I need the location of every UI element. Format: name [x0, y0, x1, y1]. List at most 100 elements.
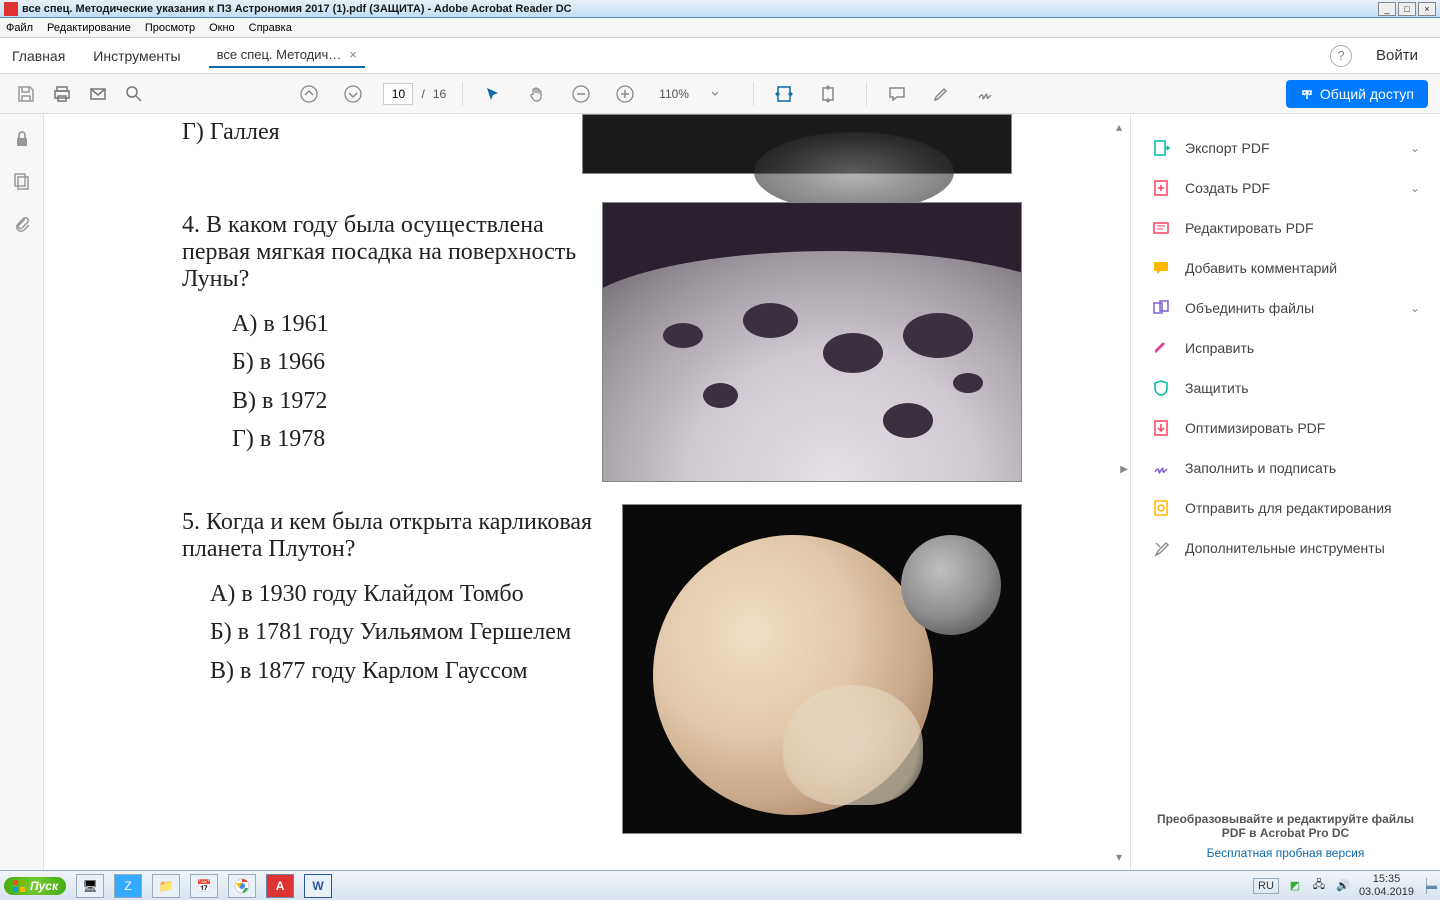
- window-controls: _ □ ×: [1378, 2, 1436, 16]
- share-label: Общий доступ: [1320, 86, 1414, 102]
- rp-redact[interactable]: Исправить: [1131, 328, 1440, 368]
- task-icon-2[interactable]: Z: [114, 874, 142, 898]
- help-icon[interactable]: ?: [1330, 45, 1352, 67]
- rp-fill-sign[interactable]: Заполнить и подписать: [1131, 448, 1440, 488]
- rp-label: Дополнительные инструменты: [1185, 540, 1420, 556]
- maximize-button[interactable]: □: [1398, 2, 1416, 16]
- clock[interactable]: 15:35 03.04.2019: [1359, 873, 1418, 897]
- toolbar: / 16 110% Общий доступ: [0, 74, 1440, 114]
- left-sidebar: [0, 114, 44, 870]
- q4-text: 4. В каком году была осуществлена первая…: [182, 212, 602, 293]
- attachment-icon[interactable]: [13, 214, 31, 232]
- task-icon-1[interactable]: 🖥: [76, 874, 104, 898]
- menu-window[interactable]: Окно: [209, 22, 235, 34]
- rp-edit-pdf[interactable]: Редактировать PDF: [1131, 208, 1440, 248]
- page-number-input[interactable]: [383, 83, 413, 105]
- rp-export-pdf[interactable]: Экспорт PDF⌄: [1131, 128, 1440, 168]
- search-icon[interactable]: [120, 80, 148, 108]
- rp-label: Отправить для редактирования: [1185, 500, 1420, 516]
- menu-view[interactable]: Просмотр: [145, 22, 195, 34]
- minimize-button[interactable]: _: [1378, 2, 1396, 16]
- right-collapse-icon[interactable]: ▶: [1120, 464, 1128, 475]
- tab-document[interactable]: все спец. Методич… ×: [209, 43, 365, 68]
- q4-opt-a: А) в 1961: [232, 305, 602, 343]
- select-tool-icon[interactable]: [479, 80, 507, 108]
- sign-icon[interactable]: [971, 80, 999, 108]
- q5-text: 5. Когда и кем была открыта карлико­вая …: [182, 509, 612, 563]
- task-icon-word[interactable]: W: [304, 874, 332, 898]
- task-icon-chrome[interactable]: [228, 874, 256, 898]
- document-view[interactable]: ▴ ▾ Г) Галлея 4. В каком году была осуще…: [44, 114, 1130, 870]
- tray-icon-1[interactable]: ◩: [1287, 878, 1303, 894]
- rp-label: Оптимизировать PDF: [1185, 420, 1420, 436]
- rp-send-for-review[interactable]: Отправить для редактирования: [1131, 488, 1440, 528]
- task-icon-3[interactable]: 📁: [152, 874, 180, 898]
- comment-icon[interactable]: [883, 80, 911, 108]
- fit-page-icon[interactable]: [814, 80, 842, 108]
- question-4: 4. В каком году была осуществлена первая…: [182, 212, 602, 459]
- rp-create-pdf[interactable]: Создать PDF⌄: [1131, 168, 1440, 208]
- toolbar-separator: [866, 82, 867, 106]
- share-icon: [1300, 87, 1314, 101]
- print-icon[interactable]: [48, 80, 76, 108]
- promo-link[interactable]: Бесплатная пробная версия: [1147, 846, 1424, 860]
- menu-edit[interactable]: Редактирование: [47, 22, 131, 34]
- toolbar-separator: [462, 82, 463, 106]
- language-indicator[interactable]: RU: [1253, 878, 1279, 894]
- hand-tool-icon[interactable]: [523, 80, 551, 108]
- rp-label: Объединить файлы: [1185, 300, 1410, 316]
- thumbnails-icon[interactable]: [13, 172, 31, 190]
- close-button[interactable]: ×: [1418, 2, 1436, 16]
- zoom-in-icon[interactable]: [611, 80, 639, 108]
- clock-date: 03.04.2019: [1359, 886, 1414, 898]
- tray-network-icon[interactable]: 🖧: [1311, 878, 1327, 894]
- rp-protect[interactable]: Защитить: [1131, 368, 1440, 408]
- task-icon-4[interactable]: 📅: [190, 874, 218, 898]
- tray-volume-icon[interactable]: 🔊: [1335, 878, 1351, 894]
- share-button[interactable]: Общий доступ: [1286, 80, 1428, 108]
- save-icon[interactable]: [12, 80, 40, 108]
- rp-label: Добавить комментарий: [1185, 260, 1420, 276]
- partial-text: Г) Галлея: [182, 119, 280, 146]
- q4-opt-d: Г) в 1978: [232, 420, 602, 458]
- rp-label: Создать PDF: [1185, 180, 1410, 196]
- rp-label: Редактировать PDF: [1185, 220, 1420, 236]
- toolbar-separator: [753, 82, 754, 106]
- rp-add-comment[interactable]: Добавить комментарий: [1131, 248, 1440, 288]
- lock-icon[interactable]: [13, 130, 31, 148]
- q5-opt-b: Б) в 1781 году Уильямом Гершелем: [210, 613, 612, 651]
- rp-label: Защитить: [1185, 380, 1420, 396]
- fit-width-icon[interactable]: [770, 80, 798, 108]
- zoom-dropdown-icon[interactable]: [701, 80, 729, 108]
- highlight-icon[interactable]: [927, 80, 955, 108]
- rp-more-tools[interactable]: Дополнительные инструменты: [1131, 528, 1440, 568]
- scroll-down-icon[interactable]: ▾: [1116, 850, 1122, 864]
- system-tray: RU ◩ 🖧 🔊 15:35 03.04.2019 ▬: [1253, 873, 1436, 897]
- task-icon-acrobat[interactable]: A: [266, 874, 294, 898]
- image-pluto: [622, 504, 1022, 834]
- login-button[interactable]: Войти: [1376, 47, 1418, 64]
- rp-optimize-pdf[interactable]: Оптимизировать PDF: [1131, 408, 1440, 448]
- start-button[interactable]: Пуск: [4, 877, 66, 895]
- rp-combine-files[interactable]: Объединить файлы⌄: [1131, 288, 1440, 328]
- page-down-icon[interactable]: [339, 80, 367, 108]
- tab-close-icon[interactable]: ×: [349, 47, 357, 62]
- zoom-out-icon[interactable]: [567, 80, 595, 108]
- page-separator: /: [421, 87, 424, 101]
- menu-help[interactable]: Справка: [249, 22, 292, 34]
- promo-text: Преобразовывайте и редактируйте файлы PD…: [1147, 812, 1424, 840]
- scroll-up-icon[interactable]: ▴: [1116, 120, 1122, 134]
- promo-block: Преобразовывайте и редактируйте файлы PD…: [1131, 812, 1440, 860]
- taskbar: Пуск 🖥 Z 📁 📅 A W RU ◩ 🖧 🔊 15:35 03.04.20…: [0, 870, 1440, 900]
- q5-opt-c: В) в 1877 году Карлом Гауссом: [210, 652, 612, 690]
- tab-home[interactable]: Главная: [12, 48, 65, 64]
- image-moon-surface: [602, 202, 1022, 482]
- page-up-icon[interactable]: [295, 80, 323, 108]
- mail-icon[interactable]: [84, 80, 112, 108]
- right-tools-panel: Экспорт PDF⌄ Создать PDF⌄ Редактировать …: [1130, 114, 1440, 870]
- zoom-level[interactable]: 110%: [655, 87, 693, 101]
- show-desktop-icon[interactable]: ▬: [1426, 878, 1436, 894]
- chevron-down-icon: ⌄: [1410, 141, 1420, 155]
- menu-file[interactable]: Файл: [6, 22, 33, 34]
- tab-tools[interactable]: Инструменты: [93, 48, 180, 64]
